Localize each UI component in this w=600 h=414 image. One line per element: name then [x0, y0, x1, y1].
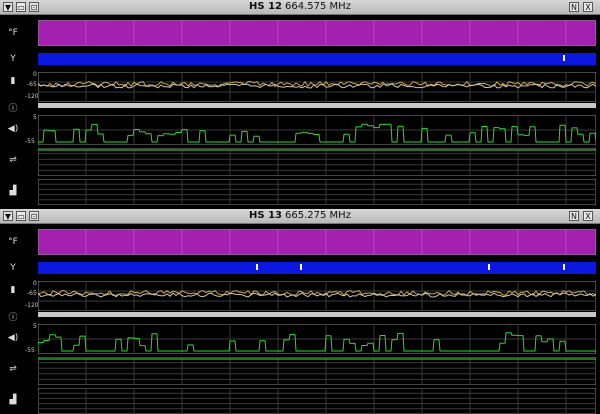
- pin-button[interactable]: N: [569, 211, 579, 221]
- battery-strip: [38, 262, 596, 274]
- info-icon: ⓘ: [8, 313, 18, 323]
- temperature-icon: °F: [8, 237, 18, 247]
- close-button[interactable]: X: [583, 2, 593, 12]
- link-strip: [38, 357, 596, 385]
- panel-title: HS 12 664.575 MHz: [0, 0, 600, 14]
- channel-frequency: 665.275 MHz: [285, 210, 351, 221]
- panel-titlebar[interactable]: ▼ ▭ ⊡ HS 13 665.275 MHz N X: [0, 209, 600, 224]
- channel-name: HS 12: [249, 1, 283, 12]
- temperature-strip: [38, 229, 596, 255]
- channel-name: HS 13: [249, 210, 283, 221]
- rf-strip: [38, 72, 596, 102]
- rf-scale-mid: -65: [27, 290, 37, 297]
- battery-icon: Y: [10, 54, 16, 64]
- antenna-icon: ▟: [9, 395, 17, 405]
- close-button[interactable]: X: [583, 211, 593, 221]
- audio-strip: [38, 324, 596, 354]
- temperature-strip: [38, 20, 596, 46]
- rf-scale-top: 0: [33, 280, 37, 287]
- receiver-panel-hs13: ▼ ▭ ⊡ HS 13 665.275 MHz N X °F Y ▮ 0 -65 …: [0, 209, 600, 414]
- channel-frequency: 664.575 MHz: [285, 1, 351, 12]
- panel-title: HS 13 665.275 MHz: [0, 209, 600, 223]
- info-icon: ⓘ: [8, 104, 18, 114]
- info-bar: [38, 103, 596, 108]
- link-strip: [38, 148, 596, 176]
- battery-strip: [38, 53, 596, 65]
- rf-meter-icon: ▮: [10, 76, 16, 86]
- audio-icon: ◀): [7, 124, 19, 134]
- antenna-strip: [38, 388, 596, 414]
- audio-strip: [38, 115, 596, 145]
- rf-scale-top: 0: [33, 71, 37, 78]
- rf-scale-mid: -65: [27, 81, 37, 88]
- receiver-panel-hs12: ▼ ▭ ⊡ HS 12 664.575 MHz N X °F Y ▮ 0 -65 …: [0, 0, 600, 207]
- audio-scale-top: 5: [33, 114, 37, 121]
- link-icon: ⇌: [9, 364, 17, 374]
- panel-titlebar[interactable]: ▼ ▭ ⊡ HS 12 664.575 MHz N X: [0, 0, 600, 15]
- antenna-strip: [38, 179, 596, 205]
- audio-icon: ◀): [7, 333, 19, 343]
- info-bar: [38, 312, 596, 317]
- temperature-icon: °F: [8, 28, 18, 38]
- pin-button[interactable]: N: [569, 2, 579, 12]
- rf-meter-icon: ▮: [10, 285, 16, 295]
- rf-scale-bot: -120: [25, 93, 39, 100]
- rf-scale-bot: -120: [25, 302, 39, 309]
- audio-scale-top: 5: [33, 323, 37, 330]
- audio-scale-bot: -55: [25, 347, 35, 354]
- audio-scale-bot: -55: [25, 138, 35, 145]
- rf-strip: [38, 281, 596, 311]
- battery-icon: Y: [10, 263, 16, 273]
- antenna-icon: ▟: [9, 186, 17, 196]
- link-icon: ⇌: [9, 155, 17, 165]
